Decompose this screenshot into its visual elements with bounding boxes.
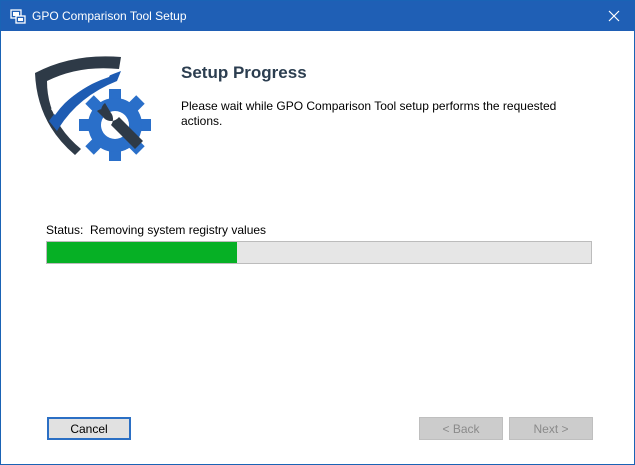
cancel-button[interactable]: Cancel [47, 417, 131, 440]
installer-icon [10, 9, 26, 24]
shield-gear-wrench-icon [35, 56, 151, 161]
setup-window: GPO Comparison Tool Setup Setup Progress… [0, 0, 635, 465]
progress-bar [46, 241, 592, 264]
progress-fill [47, 242, 238, 263]
close-button[interactable] [594, 1, 634, 31]
back-button[interactable]: < Back [419, 417, 503, 440]
status-value: Removing system registry values [90, 223, 267, 237]
next-button[interactable]: Next > [509, 417, 593, 440]
title-bar[interactable]: GPO Comparison Tool Setup [1, 1, 634, 31]
window-title: GPO Comparison Tool Setup [32, 9, 187, 23]
page-description: Please wait while GPO Comparison Tool se… [181, 99, 557, 128]
page-title: Setup Progress [181, 63, 307, 82]
status-label: Status: [46, 223, 84, 237]
close-icon [608, 10, 620, 22]
